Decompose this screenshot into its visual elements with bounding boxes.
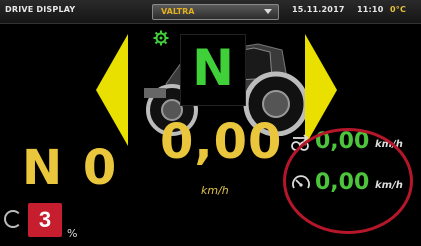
main-speed-value: 0,00 <box>160 114 283 170</box>
screen-title: DRIVE DISPLAY <box>5 5 76 14</box>
profile-dropdown[interactable]: VALTRA <box>152 4 279 20</box>
drive-display-screen: DRIVE DISPLAY VALTRA 15.11.2017 11:10 0°… <box>0 0 421 246</box>
top-bar: DRIVE DISPLAY VALTRA 15.11.2017 11:10 0°… <box>0 0 421 24</box>
gear-direction-box: N <box>180 34 246 106</box>
gear-range-display: N 0 <box>22 140 119 196</box>
date-label: 15.11.2017 <box>292 5 345 14</box>
time-label: 11:10 <box>357 5 384 14</box>
temperature-label: 0°C <box>390 5 407 14</box>
main-speed-unit: km/h <box>201 184 229 197</box>
percent-label: % <box>67 227 78 240</box>
highlight-circle <box>283 128 413 234</box>
callout-badge-number: 3 <box>38 207 52 232</box>
callout-badge: 3 <box>28 203 62 237</box>
profile-dropdown-value: VALTRA <box>161 7 195 16</box>
gear-direction: N <box>192 39 234 97</box>
partial-gauge-icon <box>4 210 22 228</box>
arrow-left-icon <box>96 34 128 146</box>
gear-settings-icon[interactable] <box>153 30 169 46</box>
chevron-down-icon <box>264 9 272 14</box>
